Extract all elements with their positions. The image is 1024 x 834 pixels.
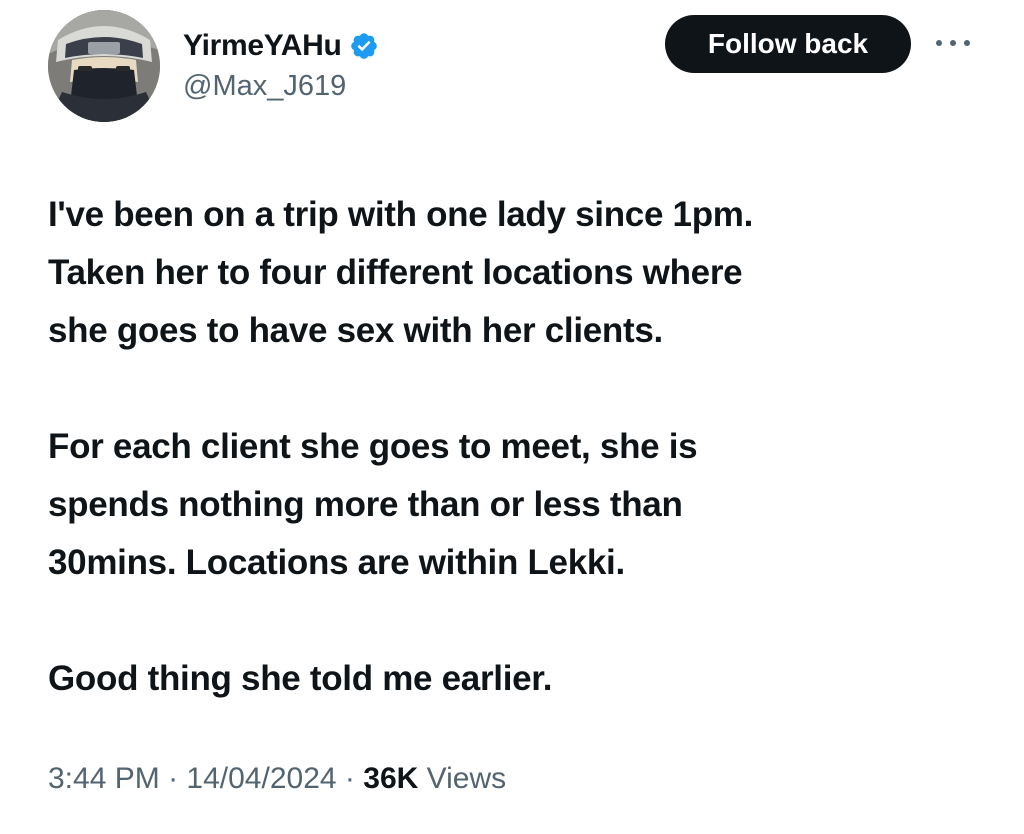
tweet-paragraph: For each client she goes to meet, she is… bbox=[48, 418, 978, 592]
tweet-line: Good thing she told me earlier. bbox=[48, 659, 553, 698]
tweet-text: I've been on a trip with one lady since … bbox=[48, 186, 978, 766]
avatar-image bbox=[48, 10, 160, 122]
more-horizontal-icon bbox=[936, 40, 970, 46]
tweet-line: spends nothing more than or less than bbox=[48, 485, 683, 524]
display-name-row: YirmeYAHu bbox=[183, 26, 379, 66]
tweet-date[interactable]: 14/04/2024 bbox=[186, 762, 336, 795]
author-display-name[interactable]: YirmeYAHu bbox=[183, 29, 342, 63]
author-identity: YirmeYAHu @Max_J619 bbox=[183, 26, 379, 103]
tweet-metadata: 3:44 PM · 14/04/2024 · 36K Views bbox=[48, 762, 506, 796]
tweet-line: 30mins. Locations are within Lekki. bbox=[48, 543, 625, 582]
tweet-line: Taken her to four different locations wh… bbox=[48, 253, 743, 292]
tweet-time[interactable]: 3:44 PM bbox=[48, 762, 160, 795]
tweet-line: I've been on a trip with one lady since … bbox=[48, 195, 754, 234]
meta-separator: · bbox=[168, 762, 179, 795]
author-handle[interactable]: @Max_J619 bbox=[183, 70, 379, 103]
more-options-button[interactable] bbox=[933, 32, 973, 54]
tweet-paragraph: Good thing she told me earlier. bbox=[48, 650, 978, 708]
meta-separator: · bbox=[344, 762, 355, 795]
avatar[interactable] bbox=[48, 10, 160, 122]
tweet-header: YirmeYAHu @Max_J619 Follow back bbox=[48, 10, 988, 130]
tweet-line: she goes to have sex with her clients. bbox=[48, 311, 663, 350]
tweet-card: YirmeYAHu @Max_J619 Follow back I've bee… bbox=[0, 0, 1024, 834]
views-label: Views bbox=[426, 762, 507, 795]
tweet-line: For each client she goes to meet, she is bbox=[48, 427, 698, 466]
verified-badge-icon bbox=[349, 31, 379, 61]
follow-back-button[interactable]: Follow back bbox=[665, 15, 911, 73]
views-count[interactable]: 36K bbox=[363, 762, 418, 795]
tweet-paragraph: I've been on a trip with one lady since … bbox=[48, 186, 978, 360]
